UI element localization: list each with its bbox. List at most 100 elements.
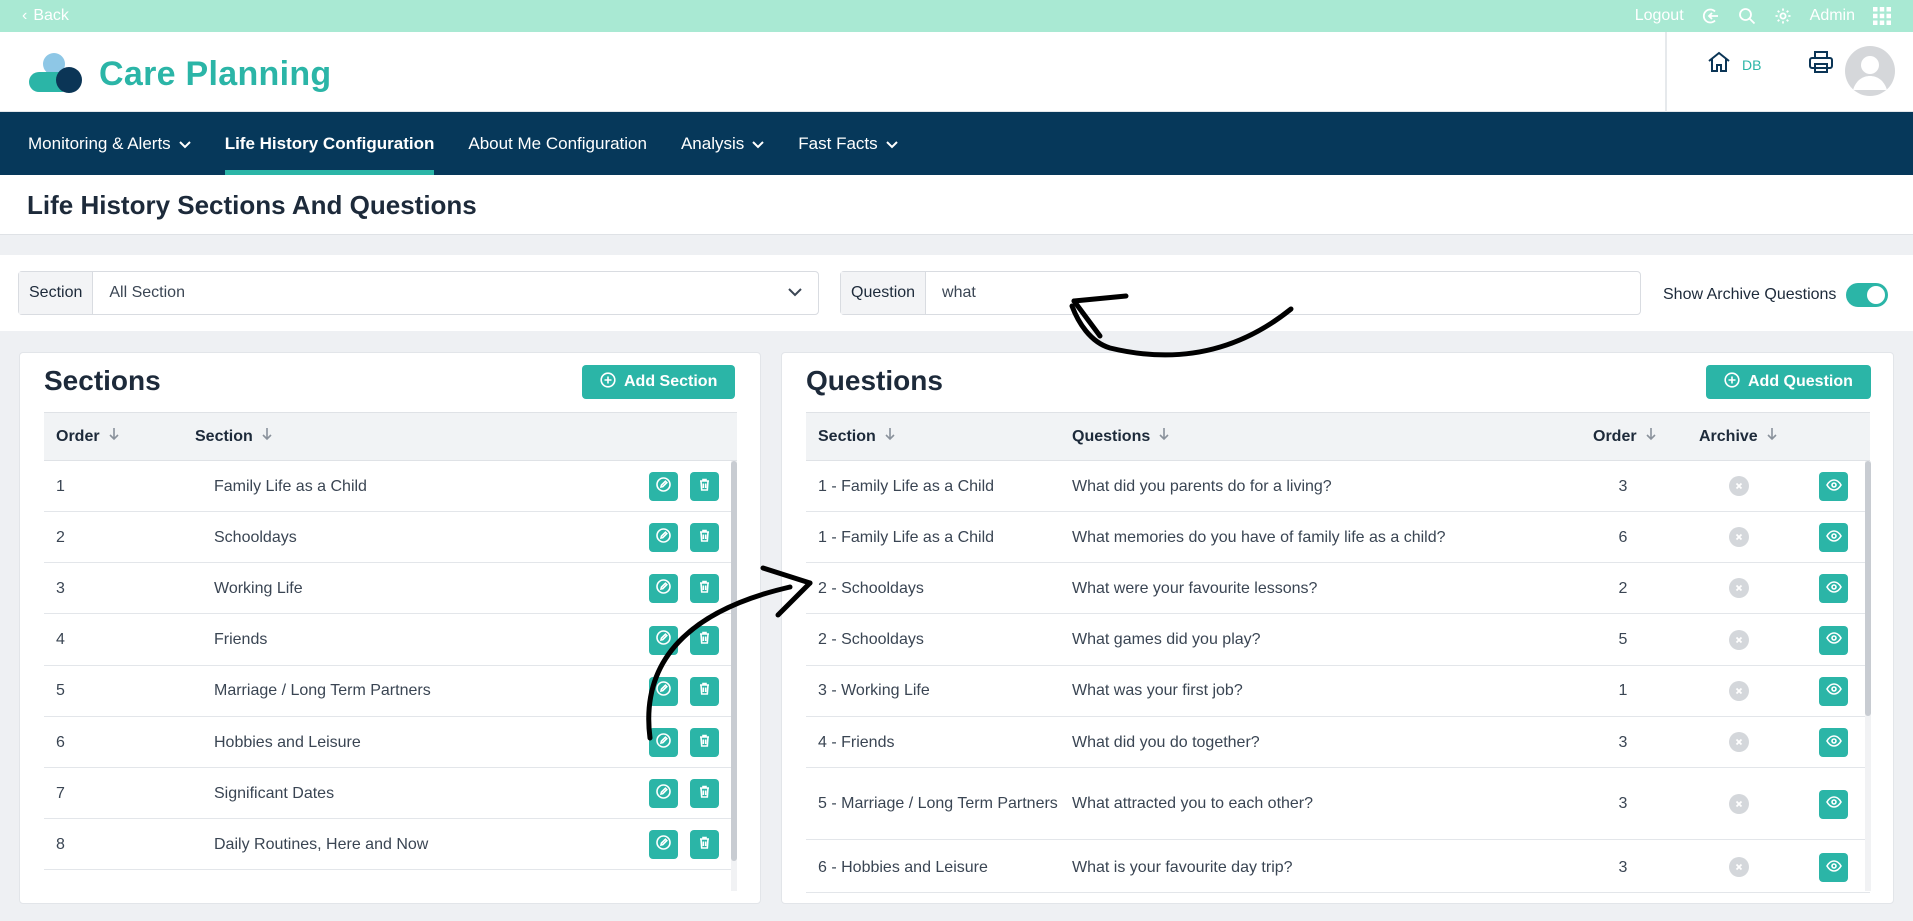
view-button[interactable] xyxy=(1819,472,1848,501)
delete-button[interactable] xyxy=(690,676,719,706)
nav-monitoring-alerts[interactable]: Monitoring & Alerts xyxy=(28,112,191,175)
filter-bar: Section All Section Question Show Archiv… xyxy=(0,255,1913,331)
edit-button[interactable] xyxy=(649,472,678,501)
sections-scrollbar[interactable] xyxy=(731,461,737,891)
questions-scrollbar[interactable] xyxy=(1865,461,1871,891)
nav-about-me-configuration[interactable]: About Me Configuration xyxy=(468,112,647,175)
table-row[interactable]: 4 - Friends What did you do together? 3 xyxy=(806,717,1870,768)
edit-button[interactable] xyxy=(649,523,678,553)
question-filter-label: Question xyxy=(841,272,927,314)
section-select[interactable]: All Section xyxy=(93,272,818,314)
table-row[interactable]: 3 Working Life xyxy=(44,563,737,615)
edit-button[interactable] xyxy=(649,676,678,706)
back-link[interactable]: ‹ Back xyxy=(22,7,69,25)
delete-button[interactable] xyxy=(690,625,719,655)
home-icon[interactable] xyxy=(1706,49,1732,80)
sort-arrow-icon xyxy=(1645,427,1657,446)
section-cell: 4 - Friends xyxy=(818,733,895,751)
view-button[interactable] xyxy=(1819,728,1848,757)
edit-button[interactable] xyxy=(649,728,678,757)
nav-life-history-configuration[interactable]: Life History Configuration xyxy=(224,112,435,175)
order-column-header[interactable]: Order xyxy=(56,413,120,460)
order-cell: 3 xyxy=(56,579,65,597)
nav-analysis[interactable]: Analysis xyxy=(681,112,764,175)
table-row[interactable]: 8 Daily Routines, Here and Now xyxy=(44,819,737,871)
search-icon[interactable] xyxy=(1738,7,1756,25)
questions-column-header[interactable]: Questions xyxy=(1072,413,1170,460)
delete-button[interactable] xyxy=(690,472,719,501)
archive-status-icon xyxy=(1729,857,1749,877)
table-row[interactable]: 1 Family Life as a Child xyxy=(44,461,737,512)
table-row[interactable]: 6 - Hobbies and Leisure What is your favo… xyxy=(806,842,1870,893)
nav-item-label: Analysis xyxy=(680,133,745,153)
logout-icon[interactable] xyxy=(1702,7,1720,25)
edit-button[interactable] xyxy=(649,779,678,809)
column-label: Order xyxy=(1593,427,1637,445)
table-row[interactable]: 5 Marriage / Long Term Partners xyxy=(44,666,737,717)
table-row[interactable]: 4 Friends xyxy=(44,615,737,666)
edit-button[interactable] xyxy=(649,830,678,860)
table-row[interactable]: 5 - Marriage / Long Term Partners What at… xyxy=(806,768,1870,841)
nav-fast-facts[interactable]: Fast Facts xyxy=(798,112,898,175)
view-button[interactable] xyxy=(1819,523,1848,553)
edit-button[interactable] xyxy=(649,625,678,655)
plus-circle-icon xyxy=(1724,371,1740,393)
eye-icon xyxy=(1825,795,1842,813)
questions-table-header: Section Questions Order Archive xyxy=(806,412,1870,461)
table-row[interactable]: 2 - Schooldays What were your favourite l… xyxy=(806,563,1870,615)
app-logo[interactable]: Care Planning xyxy=(27,50,332,99)
scrollbar-thumb[interactable] xyxy=(1865,461,1871,716)
delete-button[interactable] xyxy=(690,728,719,757)
scrollbar-thumb[interactable] xyxy=(731,461,737,861)
section-column-header[interactable]: Section xyxy=(818,413,896,460)
nav-item-label: Life History Configuration xyxy=(224,133,435,153)
pencil-icon xyxy=(656,476,671,497)
table-row[interactable]: 7 Significant Dates xyxy=(44,768,737,820)
view-button[interactable] xyxy=(1819,789,1848,819)
add-section-button[interactable]: Add Section xyxy=(582,365,736,399)
delete-button[interactable] xyxy=(690,523,719,553)
header-divider xyxy=(1665,32,1667,112)
logout-link[interactable]: Logout xyxy=(1635,7,1684,25)
trash-icon xyxy=(697,528,712,548)
archive-status-icon xyxy=(1729,527,1749,548)
eye-icon xyxy=(1825,734,1842,752)
archive-status-icon xyxy=(1729,476,1749,496)
chevron-down-icon xyxy=(885,134,898,154)
section-column-header[interactable]: Section xyxy=(195,413,273,460)
eye-icon xyxy=(1825,859,1842,877)
table-row[interactable]: 1 - Family Life as a Child What memories … xyxy=(806,512,1870,564)
gear-icon[interactable] xyxy=(1774,7,1792,25)
order-cell: 5 xyxy=(1618,631,1628,649)
delete-button[interactable] xyxy=(690,574,719,604)
section-filter[interactable]: Section All Section xyxy=(18,271,819,315)
archive-column-header[interactable]: Archive xyxy=(1699,413,1778,460)
chevron-down-icon xyxy=(178,134,191,154)
edit-button[interactable] xyxy=(649,574,678,604)
table-row[interactable]: 2 - Schooldays What games did you play? 5 xyxy=(806,615,1870,666)
db-label[interactable]: DB xyxy=(1742,57,1761,73)
add-question-button[interactable]: Add Question xyxy=(1706,365,1871,399)
delete-button[interactable] xyxy=(690,779,719,809)
table-row[interactable]: 2 Schooldays xyxy=(44,512,737,564)
archive-toggle[interactable] xyxy=(1846,283,1889,307)
printer-icon[interactable] xyxy=(1807,48,1835,81)
order-column-header[interactable]: Order xyxy=(1593,413,1657,460)
avatar[interactable] xyxy=(1845,46,1895,96)
table-row[interactable]: 1 - Family Life as a Child What did you p… xyxy=(806,461,1870,512)
table-row[interactable]: 6 Hobbies and Leisure xyxy=(44,717,737,768)
table-row[interactable]: 3 - Working Life What was your first job?… xyxy=(806,666,1870,717)
view-button[interactable] xyxy=(1819,625,1848,655)
pencil-icon xyxy=(656,630,671,650)
apps-grid-icon[interactable] xyxy=(1873,7,1891,25)
admin-label[interactable]: Admin xyxy=(1810,7,1855,25)
view-button[interactable] xyxy=(1819,853,1848,882)
view-button[interactable] xyxy=(1819,574,1848,604)
question-search-input[interactable] xyxy=(926,272,1640,314)
section-cell: 2 - Schooldays xyxy=(818,631,924,649)
archive-toggle-label: Show Archive Questions xyxy=(1663,286,1837,303)
delete-button[interactable] xyxy=(690,830,719,860)
pencil-icon xyxy=(656,835,671,855)
view-button[interactable] xyxy=(1819,676,1848,706)
plus-circle-icon xyxy=(600,371,616,393)
